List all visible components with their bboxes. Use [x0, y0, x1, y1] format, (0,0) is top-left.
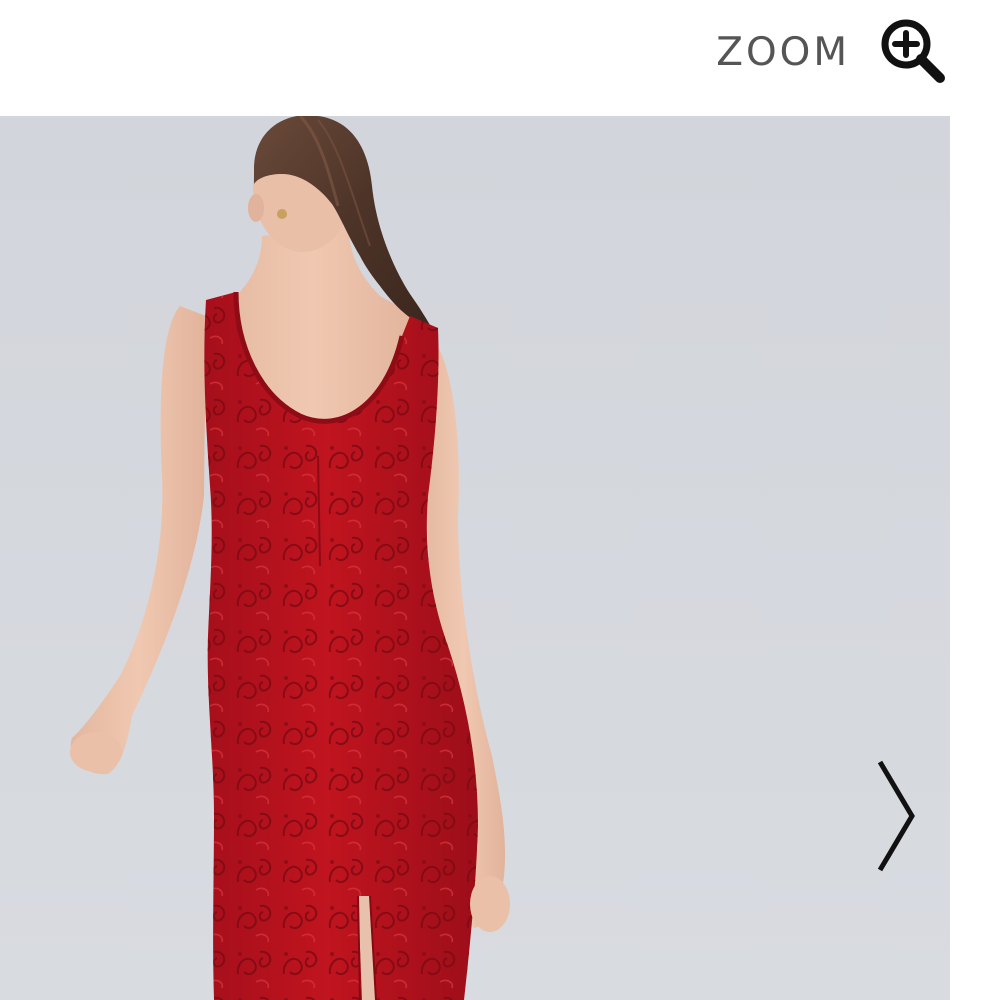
image-toolbar: ZOOM [0, 0, 1000, 116]
zoom-label: ZOOM [716, 29, 850, 75]
product-image-page: ZOOM [0, 0, 1000, 1000]
product-image-viewer[interactable] [0, 116, 950, 1000]
next-image-button[interactable] [866, 752, 926, 882]
zoom-in-icon [881, 19, 945, 83]
product-photo [0, 116, 950, 1000]
zoom-button[interactable]: ZOOM [716, 16, 948, 88]
chevron-right-icon [877, 760, 915, 872]
